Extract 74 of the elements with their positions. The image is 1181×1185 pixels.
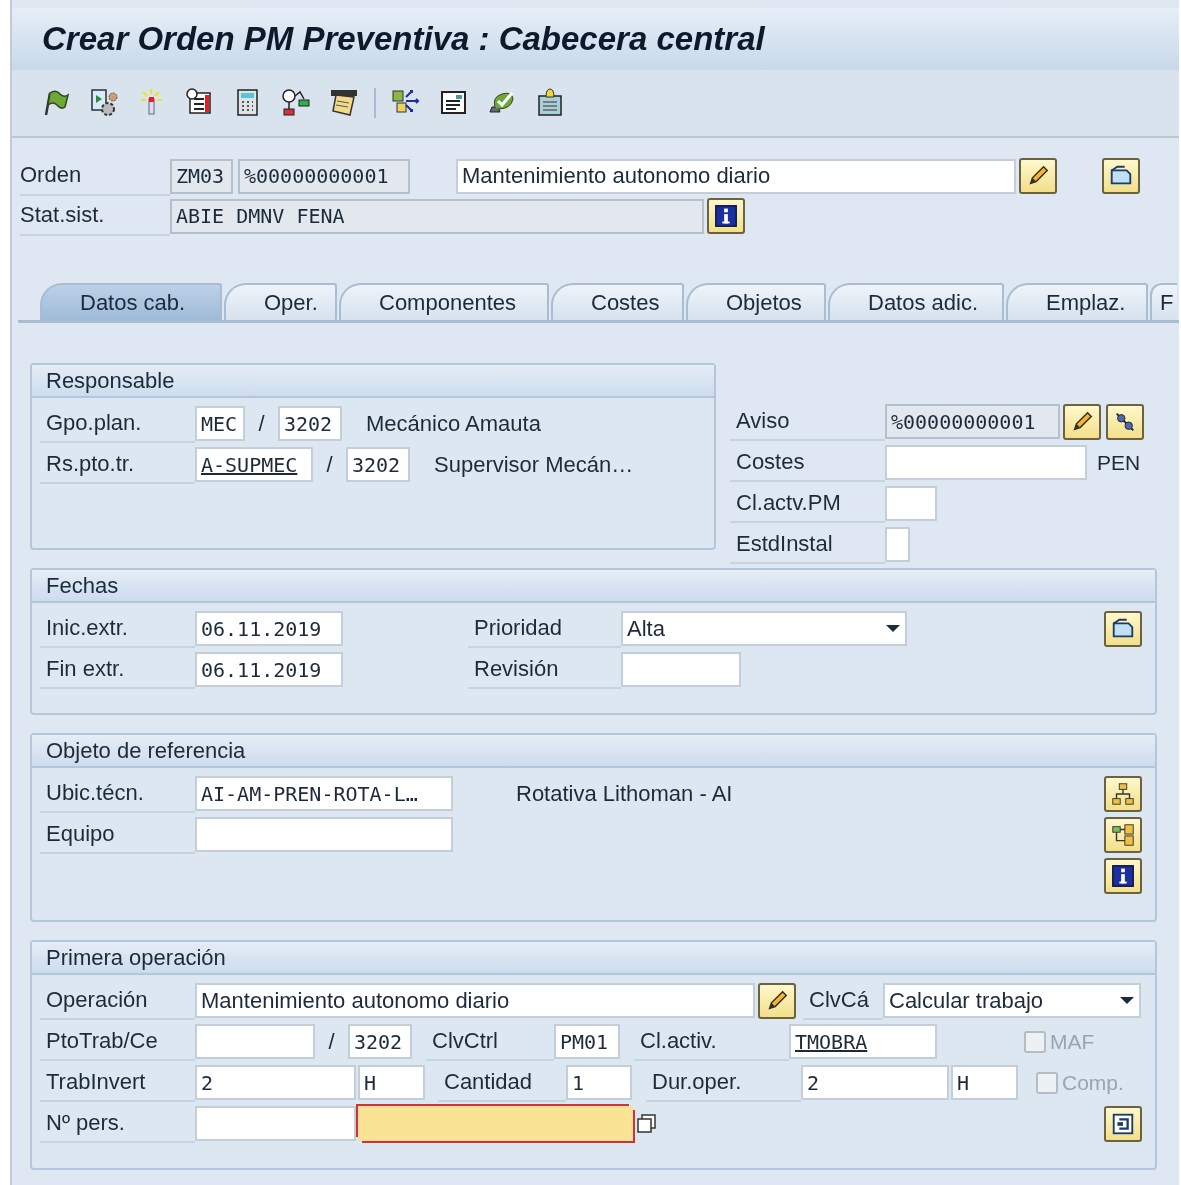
tab[interactable]: Componentes [339, 283, 549, 320]
input-field[interactable]: AI-AM-PREN-ROTA-L… [195, 776, 453, 811]
input-field[interactable]: 2 [801, 1065, 949, 1100]
tab[interactable]: Objetos [686, 283, 826, 320]
info-button[interactable] [1104, 857, 1142, 894]
checkbox-label: Comp. [1062, 1070, 1124, 1095]
section-header: Fechas [32, 570, 1155, 603]
tray-button[interactable] [1104, 610, 1142, 647]
info-icon [713, 203, 739, 229]
input-field[interactable]: 3202 [278, 406, 342, 441]
checkbox-label: MAF [1050, 1029, 1095, 1054]
hierarchy-button[interactable] [1104, 775, 1142, 812]
section-header: Responsable [32, 365, 714, 398]
window-title: Crear Orden PM Preventiva : Cabecera central [12, 8, 1179, 70]
hierarchy-icon [1110, 780, 1136, 807]
printer-icon[interactable] [328, 87, 360, 119]
dropdown[interactable]: Calcular trabajo [883, 983, 1141, 1018]
input-field[interactable]: H [951, 1065, 1018, 1100]
input-field[interactable] [885, 486, 937, 521]
separator-text: / [325, 451, 334, 478]
input-field[interactable]: TMOBRA [789, 1024, 937, 1059]
status-field[interactable]: ABIE DMNV FENA [170, 198, 704, 234]
description-text: Mecánico Amauta [366, 410, 541, 437]
input-field[interactable]: 3202 [348, 1024, 412, 1059]
input-field[interactable]: 06.11.2019 [195, 652, 343, 687]
description-field[interactable]: Mantenimiento autonomo diario [456, 158, 1016, 194]
dropdown[interactable]: Alta [621, 611, 907, 646]
input-field[interactable] [195, 1024, 315, 1059]
caret-icon [1119, 996, 1135, 1005]
header-button[interactable] [1102, 158, 1140, 194]
description-text: Supervisor Mecán… [434, 451, 634, 478]
structure-icon [1110, 821, 1136, 848]
edit-button[interactable] [758, 982, 796, 1019]
input-field[interactable] [885, 445, 1087, 480]
input-field[interactable] [358, 1106, 633, 1141]
info-icon [1110, 862, 1136, 889]
copy-icon[interactable] [635, 1111, 659, 1136]
input-field[interactable]: 1 [566, 1065, 632, 1100]
edit-button[interactable] [1063, 403, 1101, 440]
separator-text: / [257, 410, 266, 437]
input-field[interactable]: MEC [195, 406, 245, 441]
currency-text: PEN [1097, 450, 1141, 475]
link-button[interactable] [1106, 403, 1144, 440]
tab[interactable]: Oper. [224, 283, 337, 320]
structure-button[interactable] [1104, 816, 1142, 853]
input-field[interactable]: 3202 [346, 447, 410, 482]
input-field[interactable]: H [358, 1065, 425, 1100]
edit-button[interactable] [1019, 158, 1057, 194]
input-field[interactable]: 2 [195, 1065, 356, 1100]
exit-button[interactable] [1104, 1105, 1142, 1142]
tab[interactable]: Datos adic. [828, 283, 1004, 320]
tab[interactable]: Datos cab. [40, 283, 222, 320]
section-header: Objeto de referencia [32, 735, 1155, 768]
tab[interactable]: Emplaz. [1006, 283, 1148, 320]
input-field[interactable] [885, 527, 910, 562]
input-field[interactable] [195, 1106, 356, 1141]
input-field[interactable]: Mantenimiento autonomo diario [195, 983, 755, 1018]
notification-field[interactable]: %00000000001 [885, 404, 1060, 439]
input-field[interactable] [621, 652, 741, 687]
section-header: Primera operación [32, 942, 1155, 975]
tab[interactable]: Costes [551, 283, 684, 320]
order-type-field[interactable]: ZM03 [170, 158, 233, 194]
document-gear-icon[interactable] [88, 87, 120, 119]
clock-weights-icon[interactable] [280, 87, 312, 119]
input-field[interactable]: PM01 [554, 1024, 620, 1059]
description-text: Rotativa Lithoman - AI [516, 780, 733, 807]
input-field[interactable]: 06.11.2019 [195, 611, 343, 646]
separator-text: / [327, 1028, 336, 1055]
info-button[interactable] [707, 198, 745, 234]
order-number-field[interactable]: %00000000001 [238, 158, 410, 194]
input-field[interactable] [195, 817, 453, 852]
caret-icon [885, 624, 901, 633]
input-field[interactable]: A-SUPMEC [195, 447, 313, 482]
tab[interactable]: F [1150, 283, 1177, 320]
